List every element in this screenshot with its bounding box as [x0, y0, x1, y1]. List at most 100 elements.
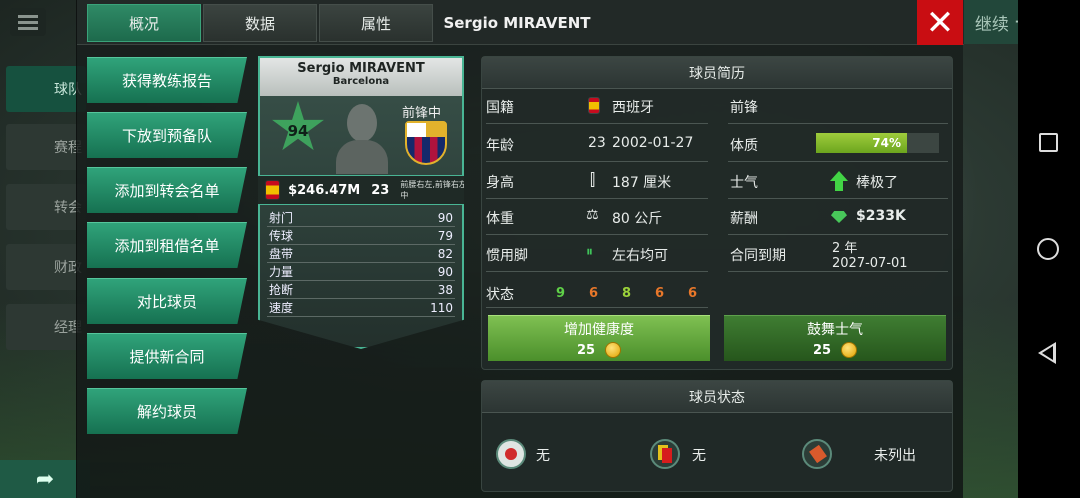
card-club-name: Barcelona [332, 76, 390, 87]
attribute-row: 速度 110 [267, 300, 455, 317]
foot-value: 左右均可 [612, 248, 668, 264]
form-label: 状态 [486, 287, 514, 303]
menu-icon[interactable] [10, 8, 46, 36]
nationality-value: 西班牙 [612, 100, 654, 116]
salary-value: $233K [856, 208, 906, 224]
release-player-button[interactable]: 解约球员 [87, 388, 247, 434]
home-icon[interactable] [1037, 238, 1059, 260]
fitness-label: 体质 [730, 138, 758, 154]
nationality-label: 国籍 [486, 100, 514, 116]
card-position: 前锋中 [402, 106, 442, 121]
birthdate-value: 2002-01-27 [612, 135, 694, 151]
profile-panel-title: 球员简历 [482, 57, 952, 89]
fitness-value: 74% [872, 136, 902, 150]
side-item-transfer[interactable]: 转会 [6, 184, 86, 230]
player-title: Sergio MIRAVENT [443, 13, 591, 32]
form-value: 6 [655, 286, 665, 301]
rating-star-icon: 94 [272, 101, 324, 151]
cards-icon [650, 439, 680, 469]
salary-label: 薪酬 [730, 211, 758, 227]
contract-label: 合同到期 [730, 248, 786, 264]
continue-label: 继续 [974, 14, 1009, 35]
contract-years: 2 年 [832, 241, 858, 256]
send-to-reserves-button[interactable]: 下放到预备队 [87, 112, 247, 158]
card-market-value: $246.47M [288, 182, 361, 198]
player-status-panel: 球员状态 无 无 未列出 [481, 380, 953, 492]
card-header: Sergio MIRAVENT Barcelona [260, 58, 462, 96]
role-value: 前锋 [730, 100, 758, 116]
increase-fitness-cost: 25 [576, 342, 596, 358]
weight-label: 体重 [486, 211, 514, 227]
transfer-listing-icon [802, 439, 832, 469]
tab-overview[interactable]: 概况 [87, 4, 201, 42]
card-age: 23 [371, 182, 390, 198]
close-button[interactable]: ✕ [917, 0, 963, 45]
money-icon [831, 211, 847, 223]
height-label: 身高 [486, 175, 514, 191]
form-value: 6 [589, 286, 599, 301]
nav-back-icon[interactable] [1038, 342, 1056, 364]
player-avatar [336, 104, 388, 174]
offer-contract-button[interactable]: 提供新合同 [87, 333, 247, 379]
listing-status: 未列出 [874, 448, 916, 464]
player-profile-modal: 概况 数据 属性 Sergio MIRAVENT ✕ 获得教练报告 下放到预备队… [76, 0, 964, 498]
attribute-row: 传球 79 [267, 228, 455, 245]
age-value: 23 [588, 135, 606, 151]
boost-morale-label: 鼓舞士气 [807, 322, 863, 338]
attribute-row: 抢断 38 [267, 282, 455, 299]
card-player-name: Sergio MIRAVENT [297, 61, 425, 76]
boost-morale-button[interactable]: 鼓舞士气 25 [724, 315, 946, 361]
rating-value: 94 [287, 122, 309, 140]
side-item-finance[interactable]: 财政 [6, 244, 86, 290]
modal-header: 概况 数据 属性 Sergio MIRAVENT ✕ [77, 0, 964, 45]
back-arrow-icon: ➦ [35, 466, 55, 492]
compare-player-button[interactable]: 对比球员 [87, 278, 247, 324]
foot-label: 惯用脚 [486, 248, 528, 264]
side-item-team[interactable]: 球队 [6, 66, 86, 112]
form-value: 6 [688, 286, 698, 301]
side-item-manager[interactable]: 经理 [6, 304, 86, 350]
club-crest-icon [405, 121, 447, 165]
card-value-strip: $246.47M 23 前腰右左,前锋右左中 [258, 175, 467, 205]
morale-up-icon [830, 171, 848, 191]
player-profile-panel: 球员简历 国籍 西班牙 前锋 年龄 23 2002-01-27 体质 74% 身… [481, 56, 953, 370]
status-panel-title: 球员状态 [482, 381, 952, 413]
age-label: 年龄 [486, 138, 514, 154]
spain-flag-icon [265, 180, 281, 200]
tab-stats[interactable]: 数据 [203, 4, 317, 42]
height-value: 187 厘米 [612, 175, 672, 191]
player-card: Sergio MIRAVENT Barcelona 94 前锋中 $246.47… [258, 56, 464, 349]
increase-fitness-label: 增加健康度 [564, 322, 634, 338]
weight-value: 80 公斤 [612, 211, 663, 227]
ruler-icon: ⫿ [590, 170, 596, 189]
injury-status: 无 [536, 448, 550, 464]
increase-fitness-button[interactable]: 增加健康度 25 [488, 315, 710, 361]
injury-icon [496, 439, 526, 469]
add-loan-list-button[interactable]: 添加到租借名单 [87, 222, 247, 268]
recent-apps-icon[interactable] [1039, 133, 1058, 152]
fitness-bar: 74% [816, 133, 939, 153]
close-icon: ✕ [925, 2, 955, 43]
form-value: 9 [556, 286, 566, 301]
weight-icon: ⚖ [586, 207, 599, 223]
contract-date: 2027-07-01 [832, 256, 908, 271]
feet-icon: ⏸ [586, 244, 593, 260]
android-nav-bar [1018, 0, 1080, 498]
boost-morale-cost: 25 [812, 342, 832, 358]
coin-icon [841, 342, 858, 358]
coach-report-button[interactable]: 获得教练报告 [87, 57, 247, 103]
morale-value: 棒极了 [856, 175, 898, 191]
morale-label: 士气 [730, 175, 758, 191]
attribute-row: 射门 90 [267, 210, 455, 227]
form-value: 8 [622, 286, 632, 301]
attribute-list: 射门 90 传球 79 盘带 82 力量 90 抢断 38 速度 110 [267, 209, 455, 317]
add-transfer-list-button[interactable]: 添加到转会名单 [87, 167, 247, 213]
attribute-row: 力量 90 [267, 264, 455, 281]
card-positions-list: 前腰右左,前锋右左中 [400, 180, 467, 200]
coin-icon [605, 342, 622, 358]
spain-flag-icon [588, 97, 600, 114]
attribute-row: 盘带 82 [267, 246, 455, 263]
fitness-bar-fill: 74% [816, 133, 908, 153]
side-item-schedule[interactable]: 赛程 [6, 124, 86, 170]
cards-status: 无 [692, 448, 706, 464]
